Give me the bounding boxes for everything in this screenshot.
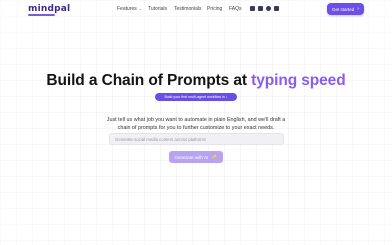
prompt-input[interactable]: Generate social media content across pla… — [109, 133, 284, 145]
get-started-label: Get started — [332, 6, 355, 12]
nav-item-faqs[interactable]: FAQs — [229, 6, 242, 12]
social-links — [250, 6, 279, 11]
mail-icon[interactable] — [250, 6, 255, 11]
sparkle-icon: ✨ — [211, 154, 218, 160]
hero-title-main: Build a Chain of Prompts at — [46, 72, 252, 89]
get-started-button[interactable]: Get started › — [327, 3, 364, 15]
chevron-right-icon: › — [357, 6, 359, 12]
hero-title-accent: typing speed — [251, 72, 346, 89]
nav-item-pricing[interactable]: Pricing — [207, 6, 222, 12]
logo[interactable]: mindpal — [28, 4, 70, 14]
logo-underline — [28, 14, 55, 16]
generate-label: Generate with AI — [174, 154, 209, 160]
linkedin-icon[interactable] — [274, 6, 279, 11]
nav-item-testimonials[interactable]: Testimonials — [174, 6, 202, 12]
hero-description: Just tell us what job you want to automa… — [106, 117, 286, 131]
hero-title: Build a Chain of Prompts at typing speed — [0, 72, 392, 90]
chevron-down-icon: ⌄ — [138, 6, 143, 11]
generate-with-ai-button[interactable]: Generate with AI ✨ — [169, 151, 223, 163]
facebook-icon[interactable] — [266, 6, 271, 11]
workflow-pill-button[interactable]: Build your first multi-agent workflow in… — [155, 93, 237, 101]
nav-item-tutorials[interactable]: Tutorials — [148, 6, 167, 12]
nav-item-features[interactable]: Features ⌄ — [117, 6, 142, 12]
youtube-icon[interactable] — [258, 6, 263, 11]
nav-item-label: Features — [117, 6, 137, 12]
